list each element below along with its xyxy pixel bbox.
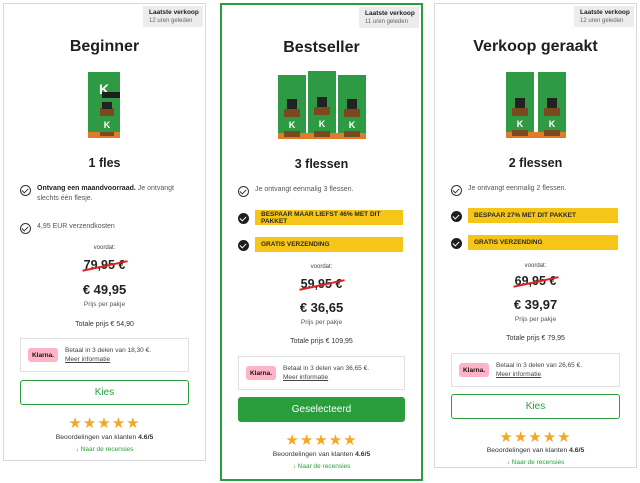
badge-title: Laatste verkoop (149, 9, 199, 16)
old-price: 79,95 € (83, 258, 126, 272)
free-shipping-banner: GRATIS VERZENDING (468, 235, 618, 250)
feature-text: Je ontvangt eenmalig 3 flessen. (255, 186, 354, 193)
price-per-pack-label: Prijs per pakje (83, 301, 126, 308)
rating-stars-icon: ★★★★★ (499, 429, 572, 446)
highlight-row: GRATIS VERZENDING (238, 237, 403, 252)
check-circle-icon (20, 223, 31, 234)
package-title: Verkoop geraakt (473, 38, 598, 55)
klarna-more-info-link[interactable]: Meer informatie (65, 355, 151, 364)
klarna-text: Betaal in 3 delen van 18,30 €. (65, 346, 152, 354)
before-label: voordat: (93, 245, 116, 251)
reviews-link[interactable]: ↓ Naar de recensies (4, 446, 205, 453)
rating-value: 4.6/5 (138, 434, 154, 441)
product-image: KKK (222, 63, 421, 143)
check-circle-filled-icon (451, 237, 462, 249)
klarna-text: Betaal in 3 delen van 36,65 €. (283, 364, 370, 372)
badge-title: Laatste verkoop (580, 9, 630, 16)
klarna-text: Betaal in 3 delen van 26,65 €. (496, 361, 583, 369)
feature-row: Je ontvangt eenmalig 3 flessen. (238, 185, 409, 197)
klarna-box: Klarna. Betaal in 3 delen van 36,65 €. M… (238, 356, 405, 390)
klarna-logo: Klarna. (459, 363, 489, 377)
package-card-beginner: Laatste verkoop 12 uren geleden Beginner… (3, 3, 206, 461)
feature-row: Je ontvangt eenmalig 2 flessen. (451, 184, 624, 196)
feature-shipping: 4,95 EUR verzendkosten (37, 223, 115, 230)
check-circle-filled-icon (238, 212, 249, 224)
package-title: Beginner (69, 38, 140, 55)
svg-text:K: K (348, 120, 355, 130)
check-circle-filled-icon (451, 210, 462, 222)
badge-time: 11 uren geleden (365, 19, 408, 25)
svg-text:K: K (103, 120, 110, 130)
current-price: € 49,95 (82, 282, 127, 297)
current-price: € 36,65 (299, 300, 344, 315)
klarna-more-info-link[interactable]: Meer informatie (496, 370, 582, 379)
package-title: Bestseller (283, 39, 360, 56)
badge-title: Laatste verkoop (365, 10, 415, 17)
package-card-bestseller: Laatste verkoop 11 uren geleden Bestsell… (220, 3, 423, 481)
highlight-row: BESPAAR MAAR LIEFST 46% MET DIT PAKKET (238, 210, 403, 225)
savings-banner: BESPAAR 27% MET DIT PAKKET (468, 208, 618, 223)
klarna-more-info-link[interactable]: Meer informatie (283, 373, 369, 382)
check-circle-icon (238, 186, 249, 197)
product-image: K K (4, 62, 205, 142)
reviews-link[interactable]: ↓ Naar de recensies (222, 463, 421, 470)
check-circle-icon (451, 185, 462, 196)
rating-value: 4.6/5 (569, 447, 585, 454)
customer-rating: Beoordelingen van klanten 4.6/5 (55, 434, 154, 441)
total-price: Totale prijs € 79,95 (506, 335, 565, 342)
svg-text:K: K (516, 119, 523, 129)
savings-banner: BESPAAR MAAR LIEFST 46% MET DIT PAKKET (255, 210, 403, 225)
svg-text:K: K (548, 119, 555, 129)
badge-time: 12 uren geleden (149, 18, 193, 24)
product-image: KK (435, 62, 636, 142)
check-circle-filled-icon (238, 239, 249, 251)
feature-bold: Ontvang een maandvoorraad. (37, 185, 136, 192)
rating-value: 4.6/5 (355, 451, 371, 458)
customer-rating: Beoordelingen van klanten 4.6/5 (272, 451, 371, 458)
total-price: Totale prijs € 109,95 (290, 338, 353, 345)
svg-text:K: K (288, 120, 295, 130)
highlight-row: BESPAAR 27% MET DIT PAKKET (451, 208, 618, 223)
bottle-box-icon: K K (87, 72, 120, 138)
quantity-label: 1 fles (88, 156, 121, 170)
before-label: voordat: (524, 263, 547, 269)
bottle-box-icon: KK (505, 72, 566, 138)
highlight-row: GRATIS VERZENDING (451, 235, 618, 250)
old-price: 69,95 € (514, 274, 557, 288)
quantity-label: 2 flessen (508, 156, 563, 170)
badge-time: 12 uren geleden (580, 18, 624, 24)
klarna-logo: Klarna. (28, 348, 58, 362)
last-sale-badge: Laatste verkoop 12 uren geleden (574, 6, 634, 27)
price-per-pack-label: Prijs per pakje (300, 319, 343, 326)
quantity-label: 3 flessen (294, 157, 349, 171)
klarna-box: Klarna. Betaal in 3 delen van 18,30 €. M… (20, 338, 189, 372)
package-card-sold-out: Laatste verkoop 12 uren geleden Verkoop … (434, 3, 637, 468)
bottle-box-icon: KKK (277, 71, 366, 139)
free-shipping-banner: GRATIS VERZENDING (255, 237, 403, 252)
reviews-link[interactable]: ↓ Naar de recensies (435, 459, 636, 466)
last-sale-badge: Laatste verkoop 12 uren geleden (143, 6, 203, 27)
current-price: € 39,97 (513, 297, 558, 312)
feature-row: 4,95 EUR verzendkosten (20, 222, 193, 234)
klarna-logo: Klarna. (246, 366, 276, 380)
price-per-pack-label: Prijs per pakje (514, 316, 557, 323)
old-price: 59,95 € (300, 277, 343, 291)
rating-stars-icon: ★★★★★ (285, 432, 358, 449)
choose-button[interactable]: Kies (451, 394, 620, 419)
klarna-box: Klarna. Betaal in 3 delen van 26,65 €. M… (451, 353, 620, 387)
total-price: Totale prijs € 54,90 (75, 321, 134, 328)
check-circle-icon (20, 185, 31, 196)
feature-row: Ontvang een maandvoorraad. Je ontvangt s… (20, 184, 193, 204)
rating-stars-icon: ★★★★★ (68, 415, 141, 432)
before-label: voordat: (310, 264, 333, 270)
svg-text:K: K (318, 119, 325, 129)
feature-text: Je ontvangt eenmalig 2 flessen. (468, 185, 567, 192)
selected-button[interactable]: Geselecteerd (238, 397, 405, 422)
customer-rating: Beoordelingen van klanten 4.6/5 (486, 447, 585, 454)
choose-button[interactable]: Kies (20, 380, 189, 405)
last-sale-badge: Laatste verkoop 11 uren geleden (359, 7, 419, 28)
